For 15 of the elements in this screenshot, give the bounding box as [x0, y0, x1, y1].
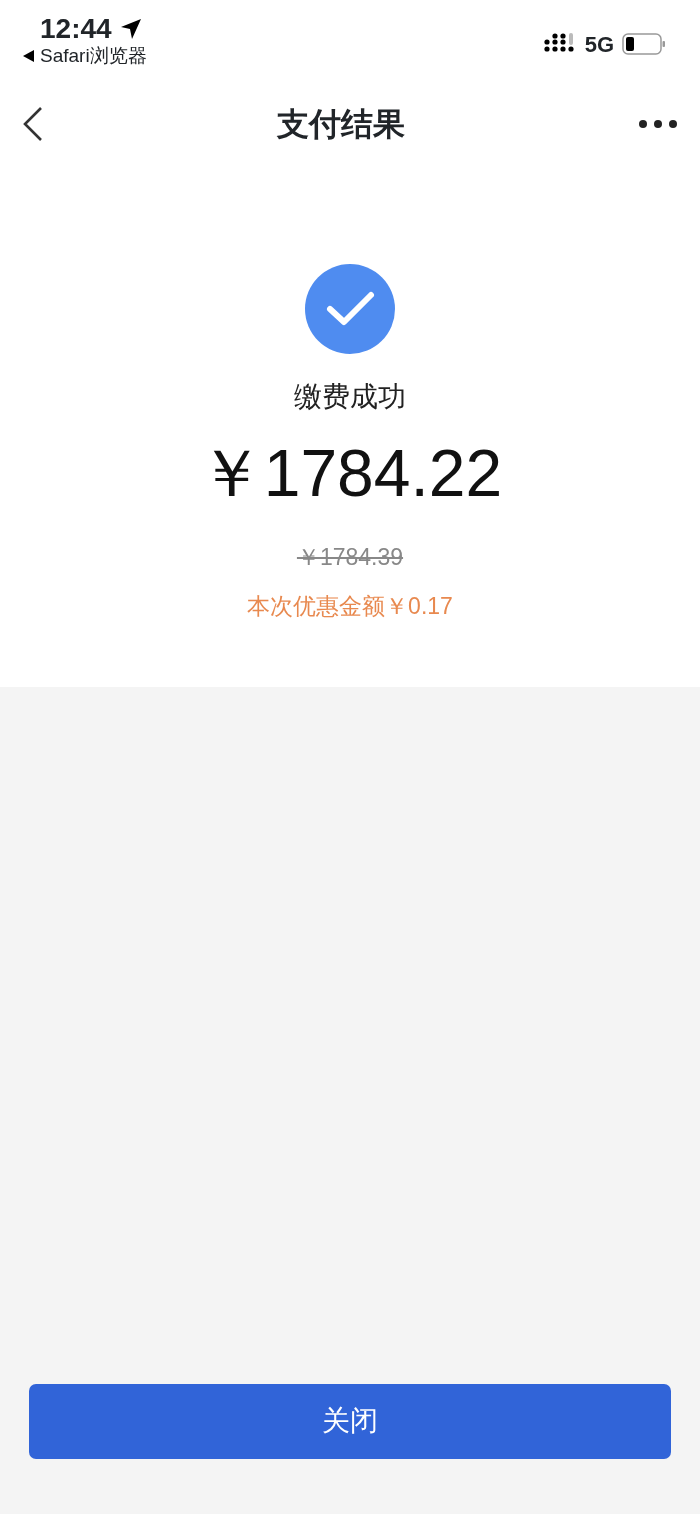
- close-button[interactable]: 关闭: [29, 1383, 671, 1459]
- back-chevron-icon[interactable]: [22, 106, 44, 142]
- location-arrow-icon: [119, 18, 142, 41]
- signal-icon: [543, 33, 577, 55]
- more-icon[interactable]: [638, 119, 678, 129]
- back-app-link[interactable]: Safari浏览器: [40, 44, 147, 68]
- original-amount: ￥1784.39: [296, 543, 404, 572]
- battery-icon: [622, 33, 666, 55]
- clock-time: 12:44: [40, 14, 112, 45]
- page-title: 支付结果: [277, 105, 405, 144]
- discount-text: 本次优惠金额￥0.17: [247, 593, 453, 621]
- network-type: 5G: [584, 30, 614, 59]
- status-message: 缴费成功: [294, 380, 406, 414]
- back-triangle-icon[interactable]: [22, 49, 36, 64]
- paid-amount: ￥1784.22: [197, 439, 503, 506]
